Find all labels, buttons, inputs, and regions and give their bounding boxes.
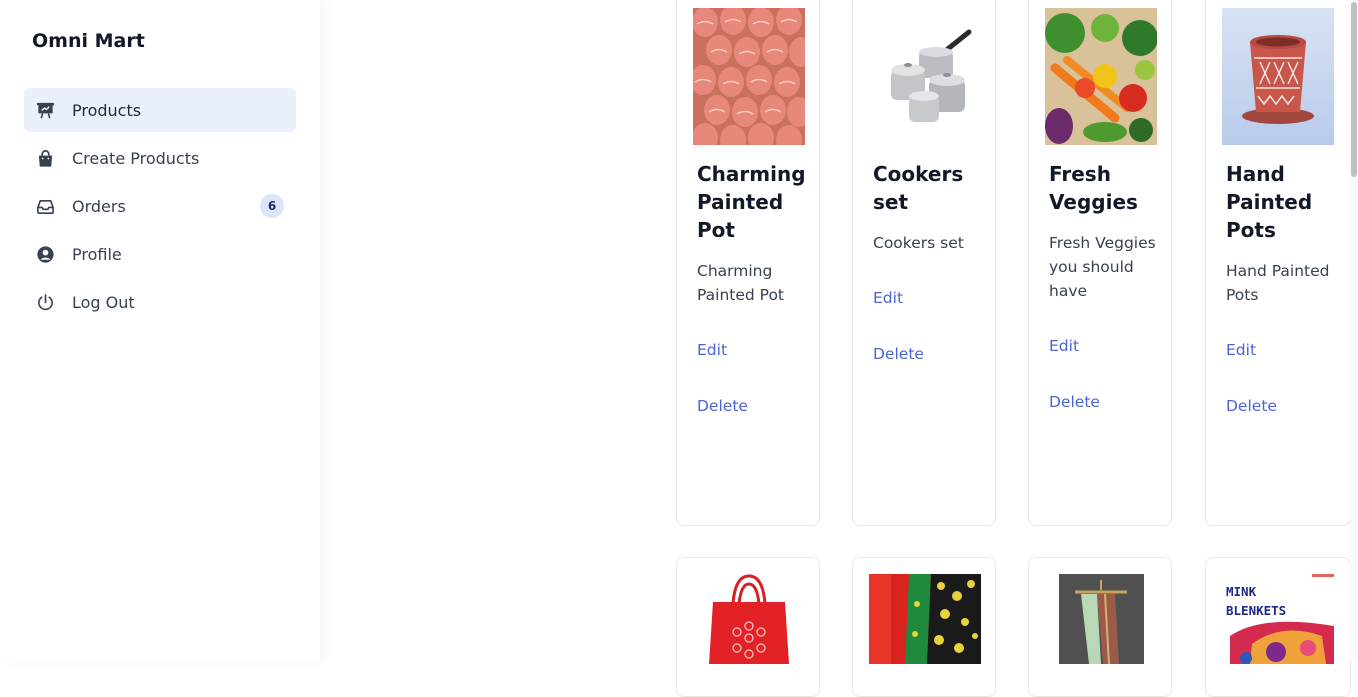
- sidebar-item-label: Products: [72, 100, 142, 120]
- power-icon: [36, 293, 55, 312]
- sidebar-item-label: Create Products: [72, 148, 200, 168]
- product-card: MINK BLENKETS: [1205, 557, 1351, 697]
- product-description: Charming Painted Pot: [697, 262, 785, 304]
- red-bag-image: [693, 574, 805, 664]
- product-card: [676, 557, 820, 697]
- cookware-image: [869, 8, 981, 145]
- sidebar-item-label: Log Out: [72, 292, 135, 312]
- shopping-bag-icon: [36, 149, 55, 168]
- scrollbar[interactable]: [1350, 0, 1358, 661]
- orders-count-badge: 6: [260, 194, 284, 218]
- edit-link[interactable]: Edit: [1226, 341, 1256, 359]
- painted-pots-image: [690, 5, 813, 155]
- delete-link[interactable]: Delete: [873, 345, 924, 363]
- delete-link[interactable]: Delete: [697, 397, 748, 415]
- edit-link[interactable]: Edit: [1049, 337, 1079, 355]
- product-card: Hand Painted Pots Hand Painted Pots Edit…: [1205, 0, 1351, 526]
- sidebar-nav: Products Create Products Orders 6 Profil…: [24, 88, 296, 328]
- red-pot-image: [1222, 8, 1334, 145]
- sidebar-item-orders[interactable]: Orders 6: [24, 184, 296, 228]
- sidebar: Omni Mart Products Create Products Order…: [0, 0, 320, 661]
- blanket-image: MINK BLENKETS: [1222, 574, 1334, 664]
- presentation-chart-icon: [36, 101, 55, 120]
- product-card: Fresh Veggies Fresh Veggies you should h…: [1028, 0, 1172, 526]
- product-title: Fresh Veggies: [1049, 162, 1138, 214]
- edit-link[interactable]: Edit: [873, 289, 903, 307]
- blanket-image-text: MINK BLENKETS: [1226, 584, 1287, 618]
- user-circle-icon: [36, 245, 55, 264]
- product-description: Hand Painted Pots: [1226, 262, 1330, 304]
- inbox-icon: [36, 197, 55, 216]
- sidebar-item-products[interactable]: Products: [24, 88, 296, 132]
- sidebar-item-label: Orders: [72, 196, 126, 216]
- sidebar-item-create-products[interactable]: Create Products: [24, 136, 296, 180]
- delete-link[interactable]: Delete: [1226, 397, 1277, 415]
- product-title: Hand Painted Pots: [1226, 162, 1313, 242]
- sidebar-item-logout[interactable]: Log Out: [24, 280, 296, 324]
- saree-hanger-image: [1045, 574, 1157, 665]
- product-card: [852, 557, 996, 697]
- vegetables-image: [1045, 8, 1158, 145]
- product-card: [1028, 557, 1172, 697]
- sidebar-item-label: Profile: [72, 244, 122, 264]
- app-title: Omni Mart: [32, 30, 145, 52]
- scrollbar-thumb[interactable]: [1351, 2, 1357, 177]
- product-description: Cookers set: [873, 234, 964, 252]
- product-description: Fresh Veggies you should have: [1049, 234, 1156, 300]
- saree-fabric-image: [869, 574, 981, 664]
- product-card: Cookers set Cookers set Edit Delete: [852, 0, 996, 526]
- product-card: Charming Painted Pot Charming Painted Po…: [676, 0, 820, 526]
- product-title: Cookers set: [873, 162, 964, 214]
- sidebar-item-profile[interactable]: Profile: [24, 232, 296, 276]
- product-title: Charming Painted Pot: [697, 162, 806, 242]
- edit-link[interactable]: Edit: [697, 341, 727, 359]
- delete-link[interactable]: Delete: [1049, 393, 1100, 411]
